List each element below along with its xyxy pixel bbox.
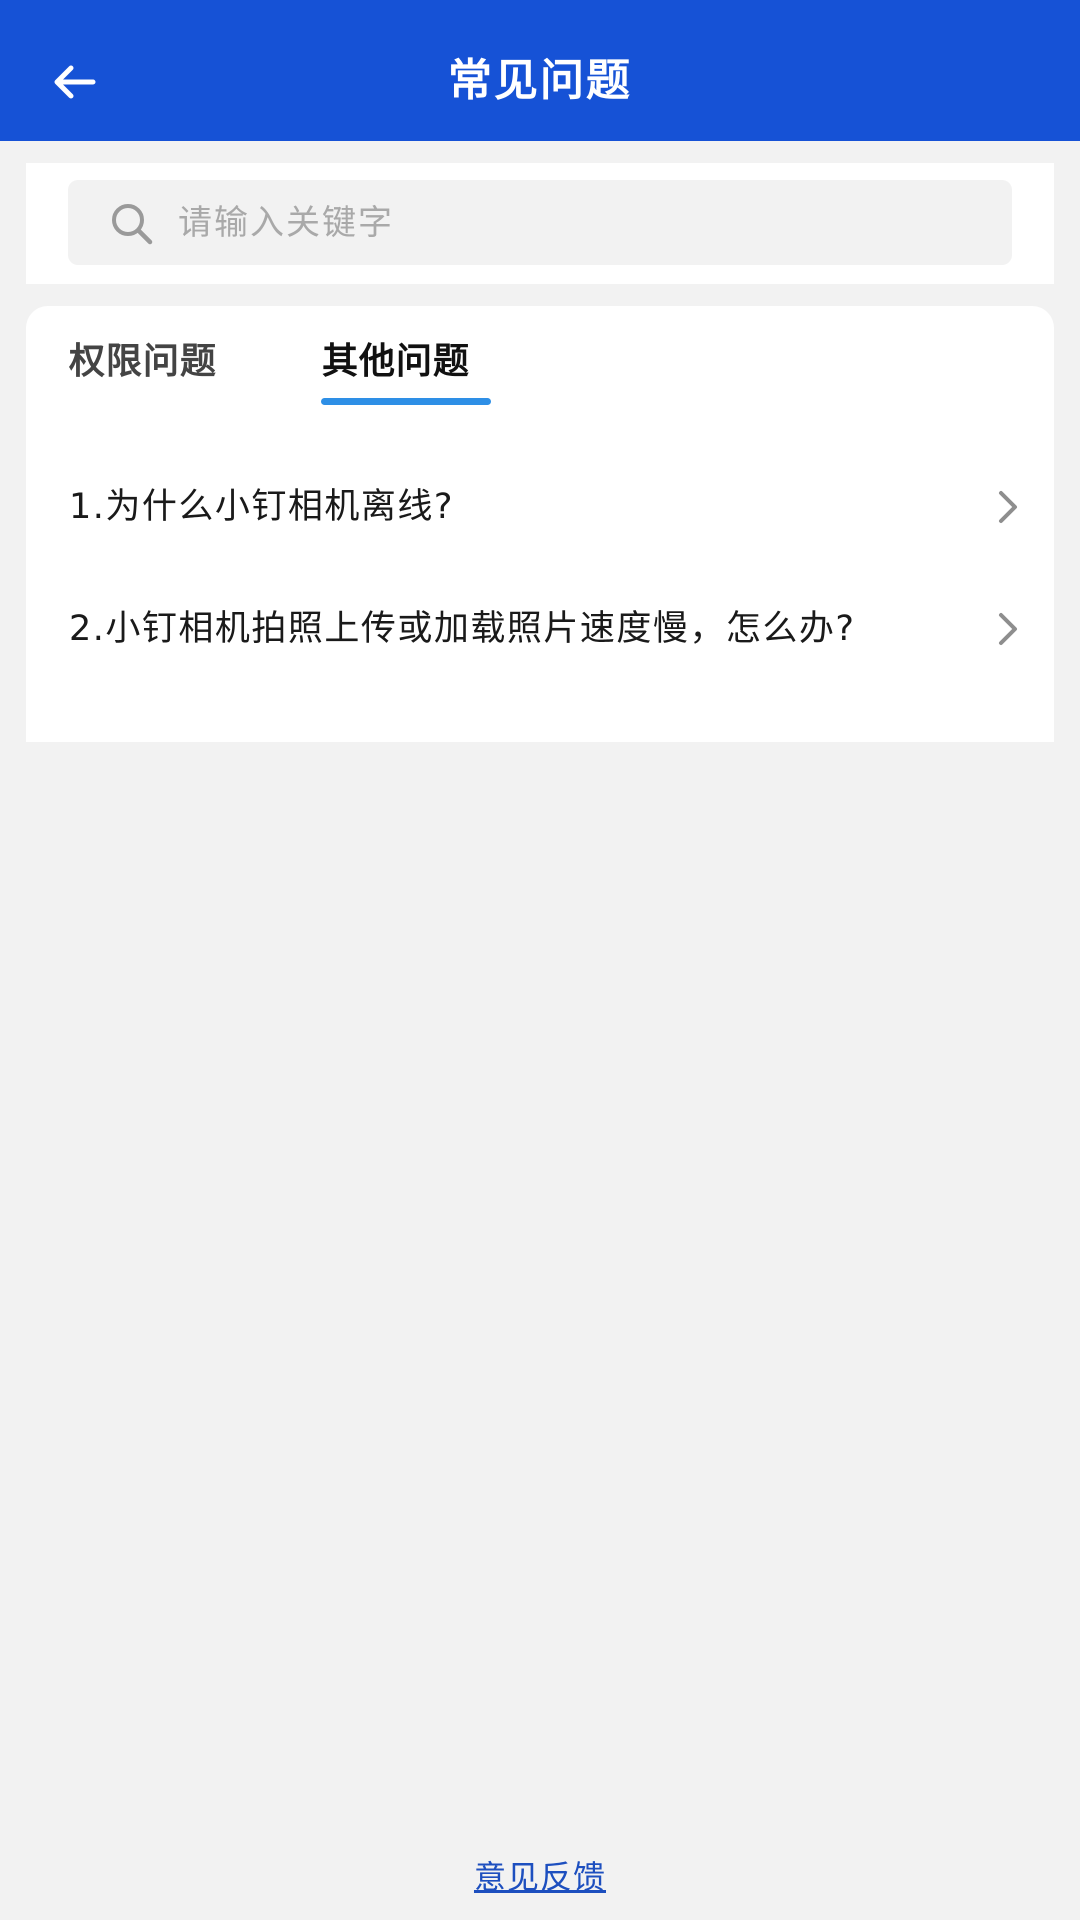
faq-card: 权限问题 其他问题 1.为什么小钉相机离线? 2.小钉相机拍照上传或加载照片速度…: [26, 306, 1054, 742]
feedback-link[interactable]: 意见反馈: [474, 1858, 606, 1896]
faq-item-1[interactable]: 1.为什么小钉相机离线?: [69, 482, 1029, 532]
faq-item-2[interactable]: 2.小钉相机拍照上传或加载照片速度慢，怎么办?: [69, 604, 1029, 654]
search-icon: [112, 204, 153, 245]
chevron-right-icon: [999, 491, 1017, 523]
page-title: 常见问题: [448, 55, 632, 106]
faq-item-text: 1.为什么小钉相机离线?: [69, 487, 454, 527]
search-placeholder: 请输入关键字: [178, 203, 394, 243]
search-panel: 请输入关键字: [26, 163, 1054, 284]
active-tab-indicator: [321, 398, 491, 405]
faq-item-text: 2.小钉相机拍照上传或加载照片速度慢，怎么办?: [69, 609, 856, 649]
search-input[interactable]: 请输入关键字: [68, 180, 1012, 265]
chevron-right-icon: [999, 613, 1017, 645]
tab-permission-questions[interactable]: 权限问题: [69, 332, 217, 392]
tab-other-questions[interactable]: 其他问题: [322, 332, 470, 392]
app-header: 常见问题: [0, 0, 1080, 141]
feedback-link-row: 意见反馈: [0, 1852, 1080, 1902]
